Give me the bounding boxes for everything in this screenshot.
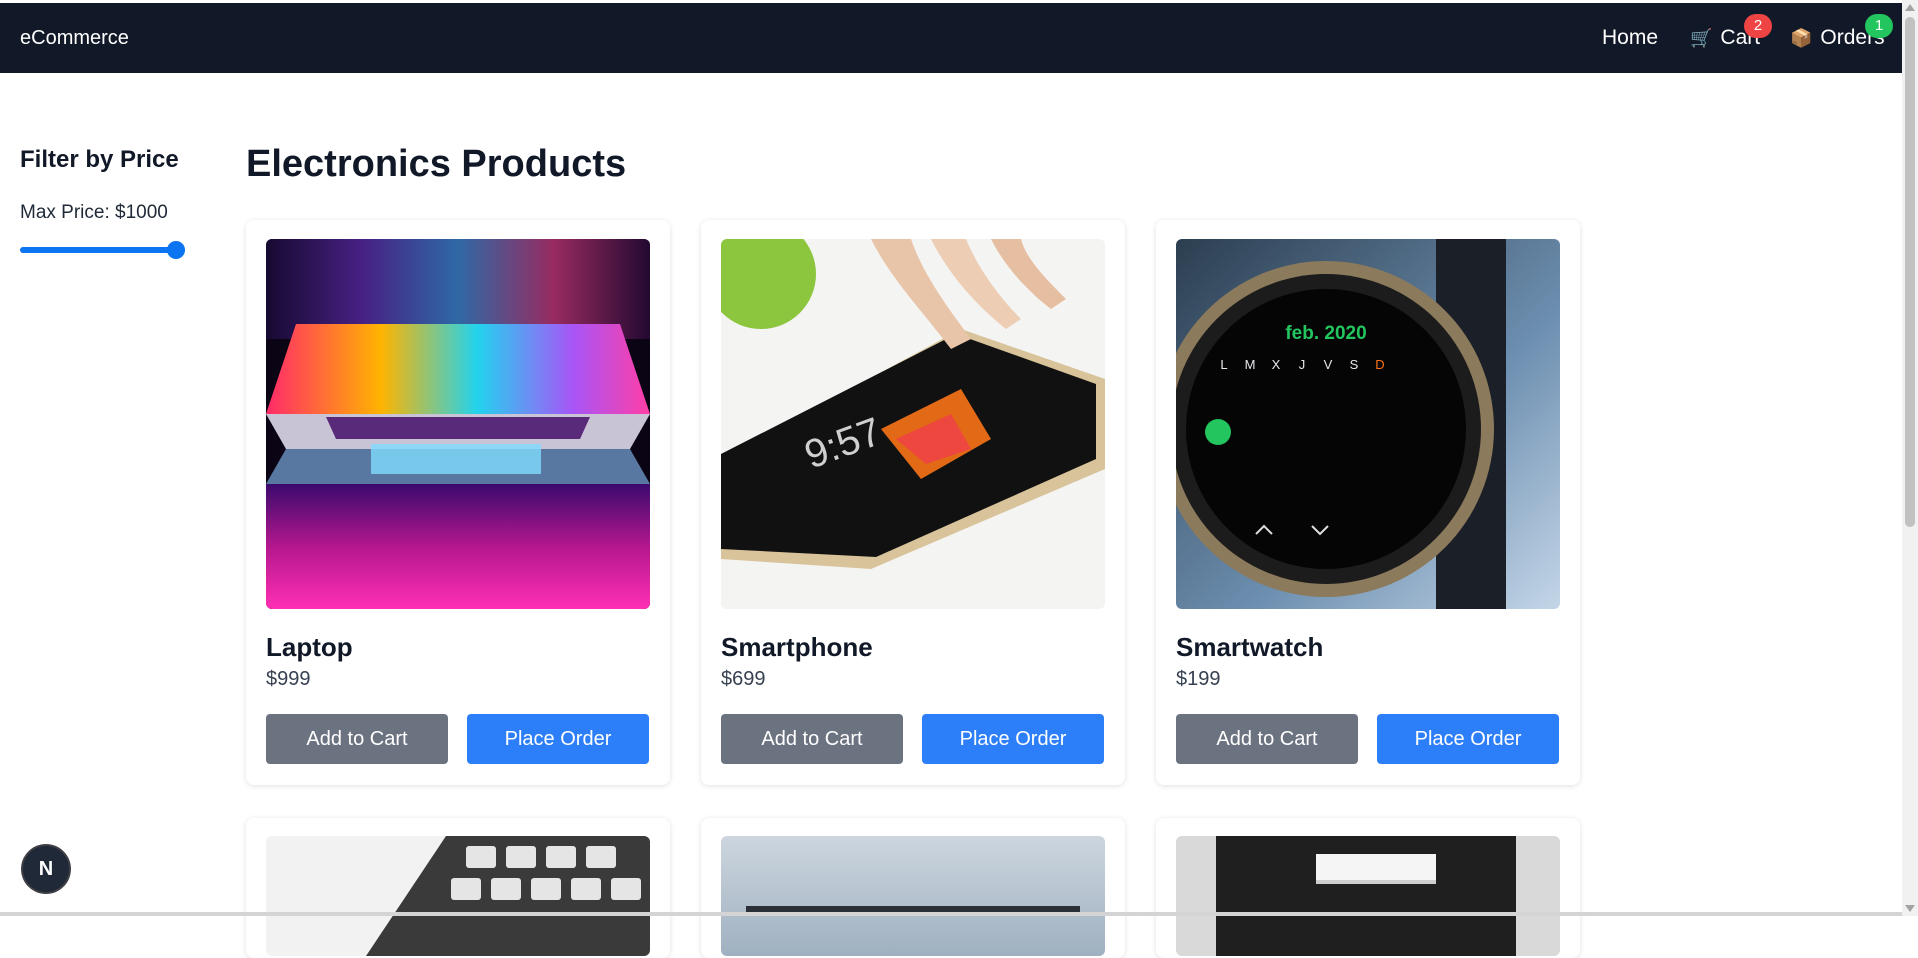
window-bottom-border — [0, 912, 1902, 916]
cart-count-badge: 2 — [1744, 14, 1772, 38]
place-order-button[interactable]: Place Order — [467, 714, 649, 764]
watch-weekday-label: D — [1375, 357, 1384, 372]
product-card: Laptop $999 Add to Cart Place Order — [246, 220, 670, 785]
product-card: feb. 2020 L M X J V S D Smartwatch $199 Add to… — [1156, 220, 1580, 785]
product-price: $999 — [266, 668, 311, 690]
add-to-cart-button[interactable]: Add to Cart — [266, 714, 448, 764]
package-icon: 📦 — [1790, 27, 1813, 48]
product-name: Laptop — [266, 632, 353, 662]
max-price-value: $1000 — [115, 202, 168, 223]
nav-home-link[interactable]: Home — [1602, 26, 1658, 50]
dev-tools-badge[interactable]: N — [23, 846, 69, 892]
product-card — [246, 818, 670, 958]
product-card: 9:57 Smartphone $699 Add to Cart Place O… — [701, 220, 1125, 785]
max-price-text: Max Price: — [20, 202, 116, 223]
watch-weekday-label: L — [1220, 357, 1227, 372]
shopping-cart-icon: 🛒 — [1690, 27, 1713, 48]
watch-weekday-label: J — [1299, 357, 1306, 372]
filter-title: Filter by Price — [20, 146, 179, 173]
laptop-image — [266, 239, 650, 609]
product-price: $699 — [721, 668, 766, 690]
watch-weekday-label: S — [1350, 357, 1359, 372]
add-to-cart-button[interactable]: Add to Cart — [1176, 714, 1358, 764]
place-order-button[interactable]: Place Order — [922, 714, 1104, 764]
top-navbar: eCommerce Home 🛒 Cart 2 📦 Orders 1 — [0, 3, 1902, 73]
product-card — [701, 818, 1125, 958]
keyboard-image — [266, 836, 650, 956]
scroll-up-icon[interactable] — [1905, 4, 1915, 11]
brand-logo[interactable]: eCommerce — [20, 27, 129, 50]
smartphone-image: 9:57 — [721, 239, 1105, 609]
price-range-slider[interactable] — [20, 241, 185, 259]
max-price-label: Max Price: $1000 — [20, 202, 168, 224]
watch-weekday-label: M — [1245, 357, 1256, 372]
watch-weekday-label: X — [1272, 357, 1281, 372]
scrollbar-thumb[interactable] — [1905, 17, 1915, 527]
product-name: Smartphone — [721, 632, 873, 662]
air-conditioner-image — [1176, 836, 1560, 956]
page-scrollbar[interactable] — [1902, 0, 1918, 916]
product-price: $199 — [1176, 668, 1221, 690]
product-card — [1156, 818, 1580, 958]
slider-track[interactable] — [20, 247, 185, 253]
slider-thumb[interactable] — [167, 241, 185, 259]
watch-weekday-label: V — [1324, 357, 1333, 372]
orders-count-badge: 1 — [1865, 14, 1893, 38]
page-title: Electronics Products — [246, 143, 627, 185]
smartwatch-image: feb. 2020 L M X J V S D — [1176, 239, 1560, 609]
monitor-image — [721, 836, 1105, 956]
product-name: Smartwatch — [1176, 632, 1324, 662]
scroll-down-icon[interactable] — [1905, 905, 1915, 912]
place-order-button[interactable]: Place Order — [1377, 714, 1559, 764]
add-to-cart-button[interactable]: Add to Cart — [721, 714, 903, 764]
watch-month-text: feb. 2020 — [1285, 323, 1366, 344]
